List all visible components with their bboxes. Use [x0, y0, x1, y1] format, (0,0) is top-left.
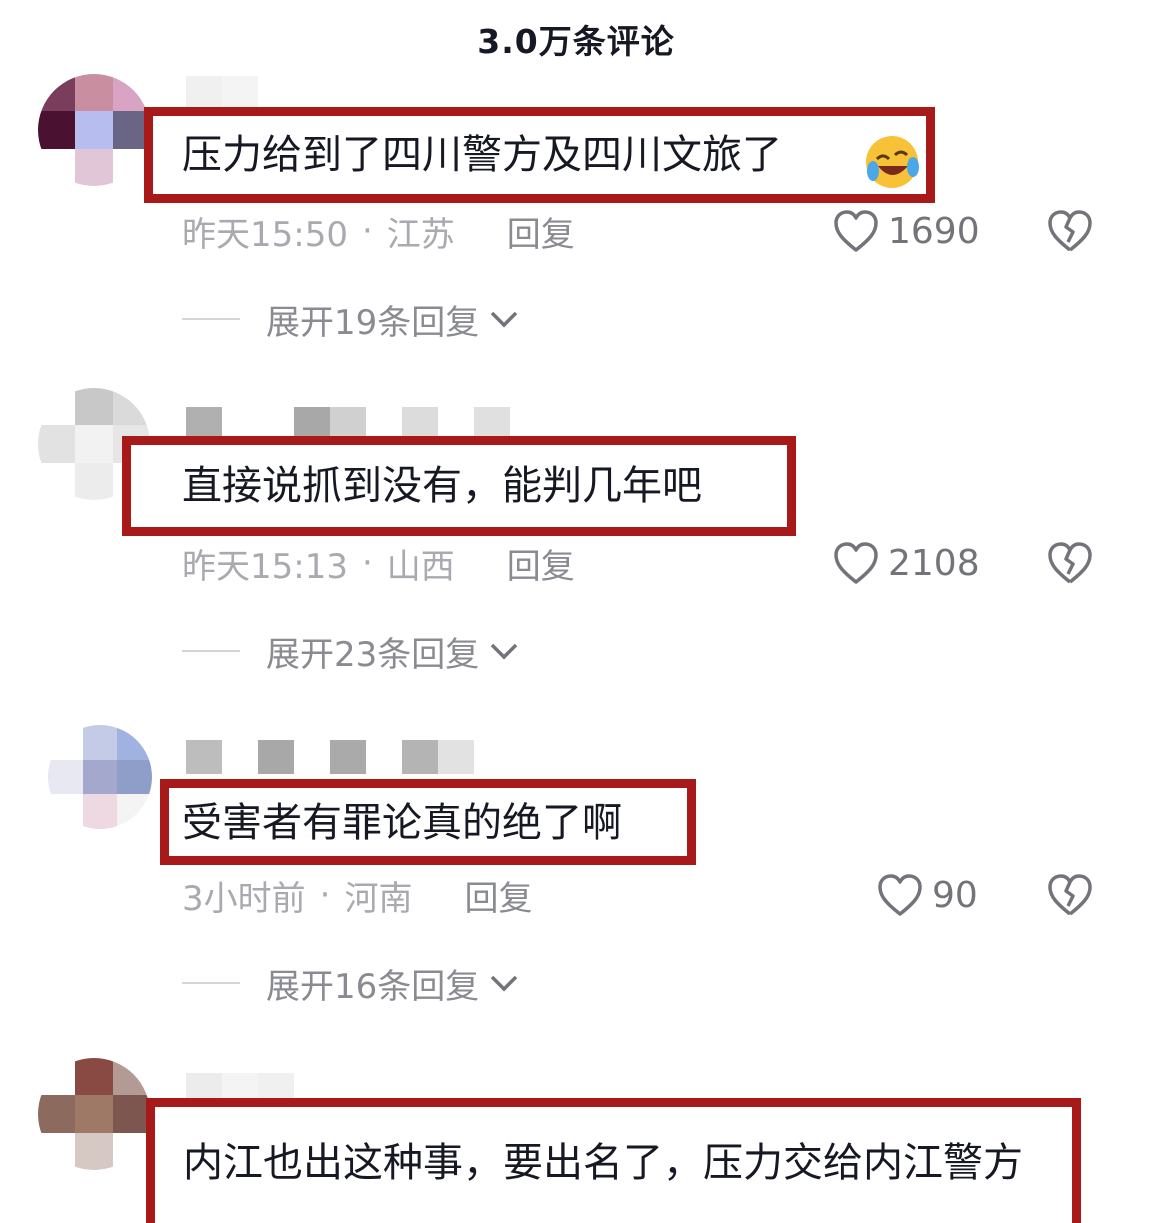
- like-count: 1690: [888, 210, 980, 252]
- comment-meta: 昨天15:13 · 山西 回复: [182, 538, 575, 588]
- comment-location: 山西: [386, 546, 455, 587]
- broken-heart-icon[interactable]: [1046, 539, 1094, 587]
- heart-outline-icon: [834, 210, 878, 252]
- username-pixelated[interactable]: [186, 76, 258, 110]
- comment-time: 昨天15:50: [182, 214, 348, 255]
- comment-meta: 昨天15:50 · 江苏 回复: [182, 206, 575, 256]
- highlighted-comment-box: 压力给到了四川警方及四川文旅了: [144, 107, 935, 203]
- heart-outline-icon: [878, 874, 922, 916]
- avatar[interactable]: [38, 1058, 150, 1170]
- like-button[interactable]: 2108: [832, 538, 980, 588]
- heart-outline-icon: [834, 542, 878, 584]
- comment-location: 河南: [344, 878, 413, 919]
- chevron-down-icon: [491, 975, 518, 992]
- avatar[interactable]: [38, 74, 150, 186]
- highlighted-comment-box: 内江也出这种事，要出名了，压力交给内江警方: [146, 1098, 1081, 1223]
- reply-button[interactable]: 回复: [507, 539, 575, 588]
- expand-replies-label: 展开16条回复: [266, 966, 480, 1007]
- laughing-crying-emoji-icon: [863, 133, 921, 194]
- comments-header: 3.0万条评论: [0, 0, 1152, 78]
- expand-replies[interactable]: 展开19条回复: [182, 294, 519, 344]
- comment-count-title: 3.0万条评论: [477, 22, 675, 61]
- comment-text[interactable]: 直接说抓到没有，能判几年吧: [182, 456, 702, 516]
- broken-heart-icon[interactable]: [1046, 207, 1094, 255]
- reply-button[interactable]: 回复: [464, 871, 532, 920]
- avatar[interactable]: [48, 725, 152, 829]
- meta-separator: ·: [361, 211, 373, 251]
- reply-button[interactable]: 回复: [507, 207, 575, 256]
- like-button[interactable]: 1690: [832, 206, 980, 256]
- like-count: 90: [932, 874, 978, 916]
- comment-location: 江苏: [386, 214, 455, 255]
- comment-text[interactable]: 压力给到了四川警方及四川文旅了: [182, 125, 782, 185]
- like-button[interactable]: 90: [876, 870, 978, 920]
- meta-separator: ·: [361, 543, 373, 583]
- username-pixelated[interactable]: [186, 740, 474, 774]
- broken-heart-icon[interactable]: [1046, 871, 1094, 919]
- expand-replies-label: 展开19条回复: [266, 302, 480, 343]
- expand-replies[interactable]: 展开23条回复: [182, 626, 519, 676]
- divider-line: [182, 318, 240, 320]
- comment-text[interactable]: 受害者有罪论真的绝了啊: [182, 793, 622, 853]
- expand-replies[interactable]: 展开16条回复: [182, 958, 519, 1008]
- highlighted-comment-box: 直接说抓到没有，能判几年吧: [122, 436, 796, 536]
- comment-time: 昨天15:13: [182, 546, 348, 587]
- chevron-down-icon: [491, 311, 518, 328]
- comment-time: 3小时前: [182, 878, 306, 919]
- chevron-down-icon: [491, 643, 518, 660]
- expand-replies-label: 展开23条回复: [266, 634, 480, 675]
- highlighted-comment-box: 受害者有罪论真的绝了啊: [160, 779, 696, 865]
- meta-separator: ·: [319, 875, 331, 915]
- divider-line: [182, 982, 240, 984]
- divider-line: [182, 650, 240, 652]
- comment-meta: 3小时前 · 河南 回复: [182, 870, 532, 920]
- comment-text[interactable]: 内江也出这种事，要出名了，压力交给内江警方: [183, 1133, 1063, 1193]
- like-count: 2108: [888, 542, 980, 584]
